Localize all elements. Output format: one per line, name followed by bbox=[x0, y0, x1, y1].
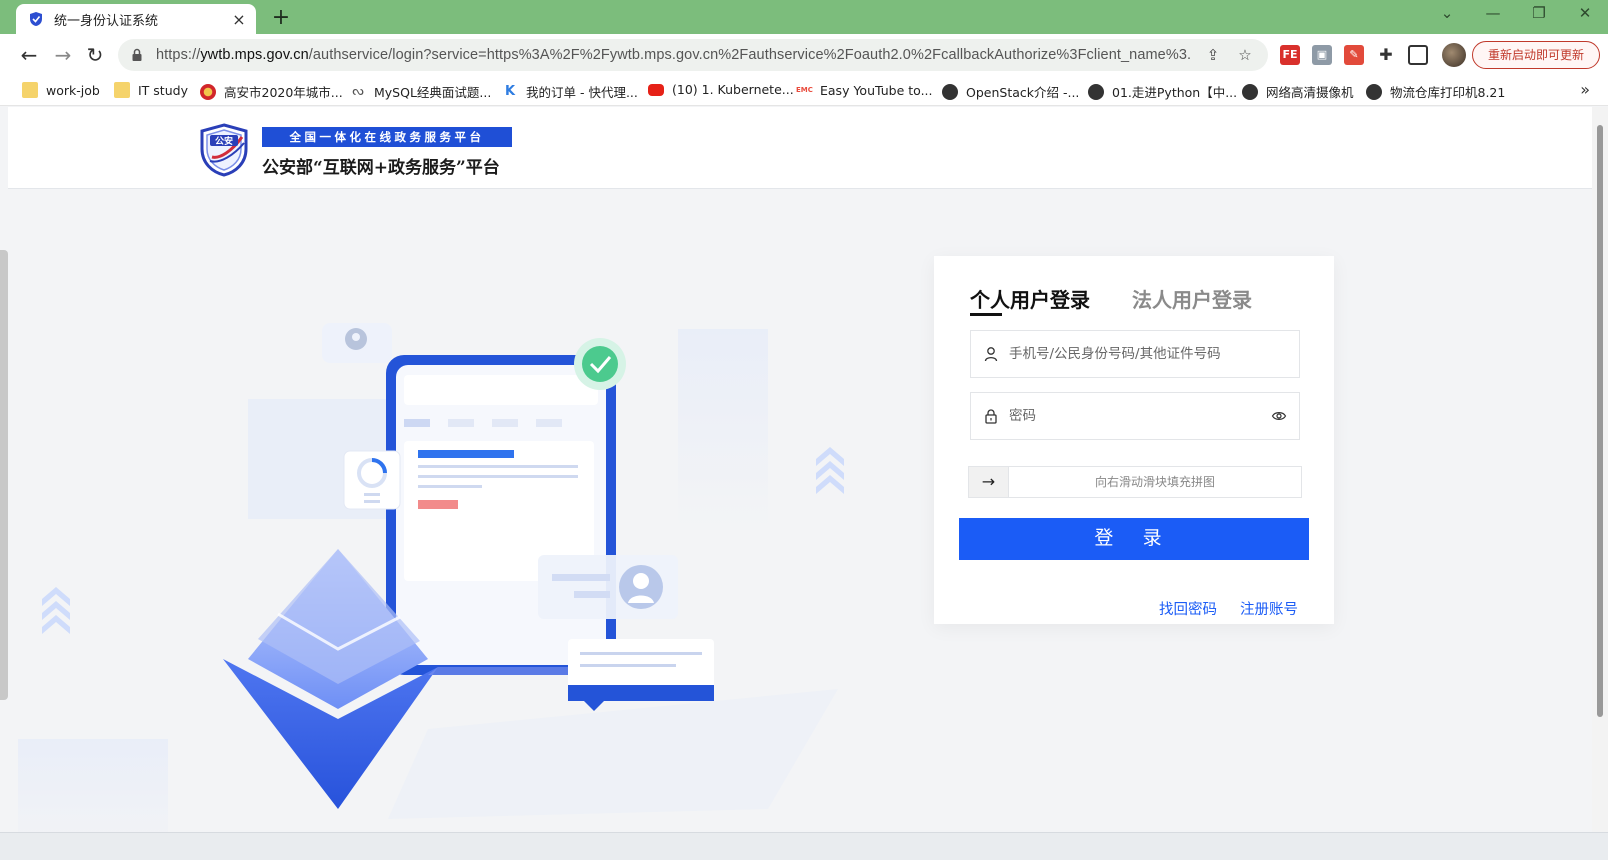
browser-tab[interactable]: 统一身份认证系统 × bbox=[16, 4, 256, 34]
emc-icon: EMC bbox=[796, 86, 813, 94]
bookmarks-bar: work-job IT study 高安市2020年城市... ᔓ MySQL经… bbox=[0, 76, 1608, 106]
update-button[interactable]: 重新启动即可更新 bbox=[1472, 41, 1600, 69]
active-tab-indicator bbox=[970, 313, 1002, 316]
bookmark-item[interactable]: 物流仓库打印机8.21 bbox=[1366, 82, 1505, 101]
folder-icon bbox=[114, 82, 130, 98]
chevron-decor-right bbox=[816, 447, 844, 494]
extensions-puzzle-icon[interactable]: ✚ bbox=[1376, 45, 1396, 65]
k-icon: K bbox=[504, 83, 516, 99]
fe-extension-icon[interactable]: FE bbox=[1280, 45, 1300, 65]
dolphin-icon: ᔓ bbox=[352, 83, 364, 99]
globe-icon bbox=[942, 83, 958, 100]
bookmark-item[interactable]: OpenStack介绍 -... bbox=[942, 82, 1079, 101]
page-scrollbar[interactable] bbox=[1592, 107, 1608, 832]
pdf-extension-icon[interactable]: ✎ bbox=[1344, 45, 1364, 65]
password-field[interactable] bbox=[970, 392, 1300, 440]
reload-icon[interactable]: ↻ bbox=[82, 42, 108, 68]
bookmark-item[interactable]: work-job bbox=[22, 82, 100, 98]
logo-banner: 全国一体化在线政务服务平台 bbox=[262, 127, 512, 147]
site-header: 公安 全国一体化在线政务服务平台 公安部“互联网+政务服务”平台 bbox=[8, 107, 1592, 189]
page-viewport: 公安 全国一体化在线政务服务平台 公安部“互联网+政务服务”平台 个人用户登录 … bbox=[8, 107, 1592, 832]
bookmark-item[interactable]: EMC Easy YouTube to... bbox=[796, 82, 933, 98]
shield-favicon-icon bbox=[30, 12, 42, 26]
site-title: 公安部“互联网+政务服务”平台 bbox=[262, 158, 500, 178]
login-illustration bbox=[18, 323, 844, 832]
tab-personal-login[interactable]: 个人用户登录 bbox=[970, 284, 1090, 313]
bookmark-item[interactable]: ᔓ MySQL经典面试题... bbox=[350, 82, 491, 101]
star-icon[interactable]: ☆ bbox=[1234, 46, 1256, 64]
share-icon[interactable]: ⇪ bbox=[1202, 46, 1224, 64]
username-input[interactable] bbox=[1009, 346, 1287, 362]
eye-icon[interactable] bbox=[1271, 408, 1287, 424]
side-panel-icon[interactable] bbox=[1408, 45, 1428, 65]
globe-icon bbox=[1242, 83, 1258, 100]
bookmarks-more-icon[interactable]: » bbox=[1580, 80, 1590, 99]
tab-title: 统一身份认证系统 bbox=[54, 13, 159, 29]
minimize-icon[interactable]: — bbox=[1478, 4, 1508, 22]
bookmark-item[interactable]: (10) 1. Kubernete... bbox=[648, 82, 794, 97]
tab-close-icon[interactable]: × bbox=[230, 10, 248, 29]
bookmark-item[interactable]: 01.走进Python【中... bbox=[1088, 82, 1237, 101]
youtube-icon bbox=[648, 83, 664, 96]
bookmark-item[interactable]: 高安市2020年城市... bbox=[200, 82, 343, 101]
login-button[interactable]: 登 录 bbox=[959, 518, 1309, 560]
bookmark-item[interactable]: 网络高清摄像机 bbox=[1242, 82, 1354, 101]
folder-icon bbox=[22, 82, 38, 98]
username-field[interactable] bbox=[970, 330, 1300, 378]
login-panel: 个人用户登录 法人用户登录 → 向右滑动滑块填充拼图 bbox=[934, 256, 1334, 624]
tab-strip: 统一身份认证系统 × + ⌄ — ❐ ✕ bbox=[0, 0, 1608, 34]
left-edge-scroll bbox=[0, 250, 8, 700]
scrollbar-thumb[interactable] bbox=[1597, 125, 1603, 717]
globe-icon bbox=[1088, 83, 1104, 100]
bookmark-item[interactable]: IT study bbox=[114, 82, 188, 98]
back-icon[interactable]: ← bbox=[16, 42, 42, 68]
tab-search-icon[interactable]: ⌄ bbox=[1432, 4, 1462, 22]
lock-icon bbox=[985, 409, 997, 424]
address-bar[interactable]: https://ywtb.mps.gov.cn/authservice/logi… bbox=[118, 39, 1268, 71]
register-link[interactable]: 注册账号 bbox=[1240, 598, 1298, 619]
forward-icon[interactable]: → bbox=[50, 42, 76, 68]
emblem-icon bbox=[200, 83, 216, 100]
bottom-edge bbox=[0, 832, 1608, 860]
lock-icon[interactable] bbox=[130, 48, 144, 62]
image-extension-icon[interactable]: ▣ bbox=[1312, 45, 1332, 65]
chevron-decor-left bbox=[42, 587, 70, 634]
tab-legal-login[interactable]: 法人用户登录 bbox=[1132, 284, 1252, 313]
restore-icon[interactable]: ❐ bbox=[1524, 4, 1554, 22]
police-shield-logo-icon: 公安 bbox=[200, 123, 248, 177]
url-text[interactable]: https://ywtb.mps.gov.cn/authservice/logi… bbox=[156, 47, 1192, 63]
new-tab-icon[interactable]: + bbox=[268, 5, 294, 30]
profile-avatar[interactable] bbox=[1442, 43, 1466, 67]
user-icon bbox=[984, 347, 998, 362]
window-close-icon[interactable]: ✕ bbox=[1570, 4, 1600, 22]
password-input[interactable] bbox=[1009, 408, 1271, 424]
browser-toolbar: ← → ↻ https://ywtb.mps.gov.cn/authservic… bbox=[0, 34, 1608, 76]
bookmark-item[interactable]: K 我的订单 - 快代理... bbox=[502, 82, 638, 101]
logo-badge-text: 公安 bbox=[215, 135, 233, 147]
globe-icon bbox=[1366, 83, 1382, 100]
slider-captcha: → 向右滑动滑块填充拼图 bbox=[968, 466, 1302, 498]
slider-handle-arrow-icon[interactable]: → bbox=[969, 467, 1009, 497]
slider-hint: 向右滑动滑块填充拼图 bbox=[1094, 475, 1215, 489]
forgot-password-link[interactable]: 找回密码 bbox=[1159, 598, 1217, 619]
